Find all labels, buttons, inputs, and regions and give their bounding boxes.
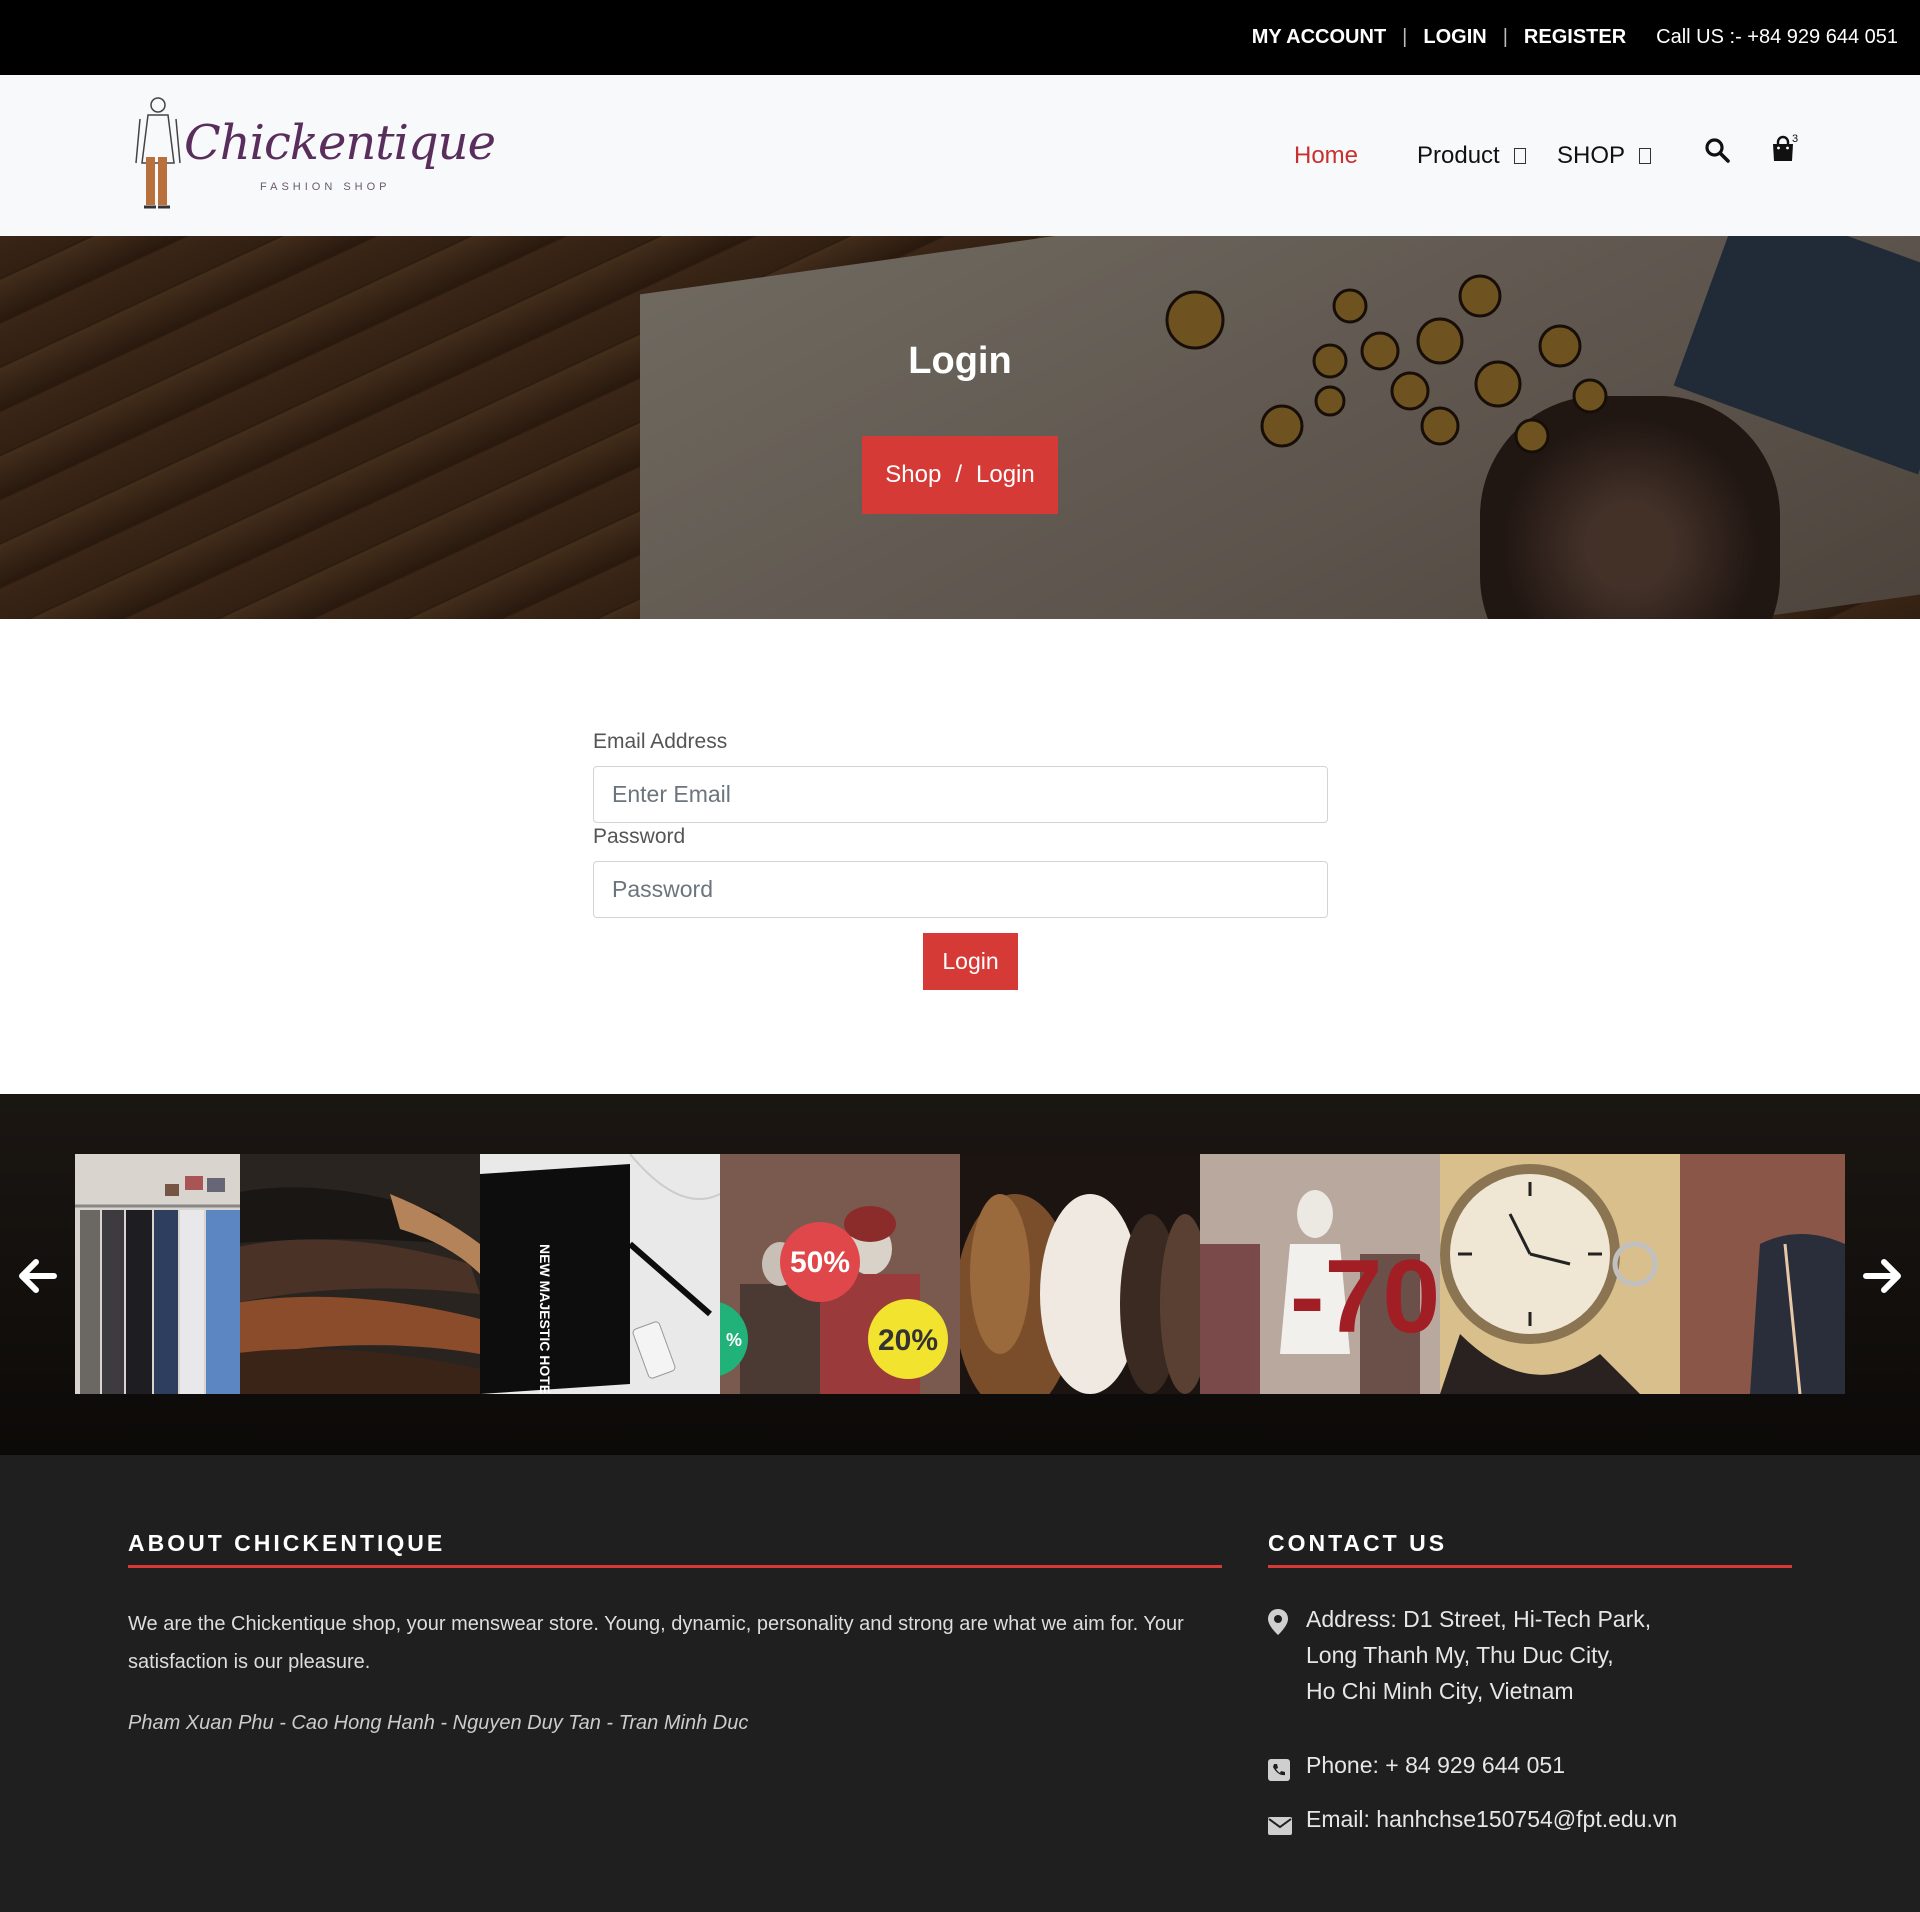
gallery-tile-leather-shoes[interactable] — [240, 1154, 480, 1394]
breadcrumb-separator: / — [955, 461, 962, 488]
arrow-left-icon[interactable] — [18, 1256, 58, 1296]
breadcrumb: Shop / Login — [862, 436, 1058, 514]
sale-70-text: -70 — [1290, 1239, 1440, 1355]
cart-count-badge: 3 — [1792, 133, 1799, 145]
clothes-rack-image — [75, 1154, 240, 1394]
tote-bag-image: NEW MAJESTIC HOTEL — [480, 1154, 720, 1394]
login-button[interactable]: Login — [923, 933, 1018, 990]
sale-badge-20: 20% — [878, 1324, 938, 1357]
top-bar-links: MY ACCOUNT | LOGIN | REGISTER Call US :-… — [1252, 0, 1898, 75]
nav-product-label: Product — [1417, 141, 1500, 169]
phone-icon — [1268, 1747, 1306, 1791]
gallery-tile-clothes-rack[interactable] — [75, 1154, 240, 1394]
divider: | — [1402, 26, 1408, 48]
gallery-tile-tote-bag[interactable]: NEW MAJESTIC HOTEL — [480, 1154, 720, 1394]
tote-bag-text: NEW MAJESTIC HOTEL — [537, 1244, 553, 1394]
nav-shop[interactable]: SHOP — [1557, 75, 1652, 236]
address-line-1: Address: D1 Street, Hi-Tech Park, — [1306, 1606, 1652, 1632]
gallery-strip: NEW MAJESTIC HOTEL 50% 20% % -70 — [75, 1154, 1845, 1394]
contact-divider — [1268, 1565, 1792, 1568]
logo[interactable]: Chickentique FASHION SHOP — [134, 93, 496, 218]
page-title: Login — [908, 340, 1012, 382]
sale-70-image: -70 — [1200, 1154, 1440, 1394]
about-text: We are the Chickentique shop, your mensw… — [128, 1613, 1184, 1673]
map-marker-icon — [1268, 1601, 1306, 1709]
contact-phone: Phone: + 84 929 644 051 — [1268, 1747, 1565, 1791]
arrow-right-icon[interactable] — [1862, 1256, 1902, 1296]
email-text[interactable]: Email: hanhchse150754@fpt.edu.vn — [1306, 1801, 1677, 1845]
top-bar: MY ACCOUNT | LOGIN | REGISTER Call US :-… — [0, 0, 1920, 75]
sale-mannequins-image: 50% 20% % — [720, 1154, 960, 1394]
nav-shop-label: SHOP — [1557, 141, 1626, 169]
fur-coats-image — [960, 1154, 1200, 1394]
dropdown-icon — [1513, 147, 1526, 164]
gallery-tile-sale-70[interactable]: -70 — [1200, 1154, 1440, 1394]
contact-email: Email: hanhchse150754@fpt.edu.vn — [1268, 1801, 1677, 1845]
logo-subtitle: FASHION SHOP — [260, 181, 391, 193]
about-divider — [128, 1565, 1222, 1568]
about-heading: ABOUT CHICKENTIQUE — [128, 1530, 446, 1556]
nav-product[interactable]: Product — [1417, 75, 1526, 236]
address-lines: Address: D1 Street, Hi-Tech Park, Long T… — [1306, 1601, 1651, 1709]
page-banner: Login Shop / Login — [0, 236, 1920, 619]
envelope-icon — [1268, 1801, 1306, 1845]
author-names: Pham Xuan Phu - Cao Hong Hanh - Nguyen D… — [128, 1712, 749, 1734]
divider: | — [1502, 26, 1508, 48]
password-label: Password — [593, 825, 686, 848]
address-line-3: Ho Chi Minh City, Vietnam — [1306, 1678, 1574, 1704]
contact-heading: CONTACT US — [1268, 1530, 1448, 1556]
gallery-tile-sale-mannequins[interactable]: 50% 20% % — [720, 1154, 960, 1394]
sale-badge-partial: % — [726, 1330, 742, 1350]
login-link[interactable]: LOGIN — [1423, 26, 1486, 49]
search-icon[interactable] — [1704, 137, 1730, 163]
nav-home[interactable]: Home — [1294, 75, 1358, 236]
email-label: Email Address — [593, 730, 728, 753]
site-footer: ABOUT CHICKENTIQUE We are the Chickentiq… — [0, 1455, 1920, 1912]
register-link[interactable]: REGISTER — [1524, 26, 1626, 49]
leather-shoes-image — [240, 1154, 480, 1394]
tailor-suit-image — [1680, 1154, 1845, 1394]
gallery-tile-fur-coats[interactable] — [960, 1154, 1200, 1394]
breadcrumb-shop[interactable]: Shop — [885, 461, 941, 489]
dropdown-icon — [1639, 147, 1652, 164]
sale-badge-50: 50% — [790, 1246, 850, 1279]
my-account-link[interactable]: MY ACCOUNT — [1252, 26, 1386, 49]
gallery-carousel: NEW MAJESTIC HOTEL 50% 20% % -70 — [0, 1094, 1920, 1455]
site-header: Chickentique FASHION SHOP Home Product S… — [0, 75, 1920, 236]
breadcrumb-current: Login — [976, 461, 1035, 488]
nav-home-label: Home — [1294, 141, 1359, 169]
call-us-text: Call US :- +84 929 644 051 — [1656, 26, 1898, 48]
logo-name: Chickentique — [184, 115, 496, 171]
contact-address: Address: D1 Street, Hi-Tech Park, Long T… — [1268, 1601, 1651, 1709]
wristwatch-image — [1440, 1154, 1680, 1394]
address-line-2: Long Thanh My, Thu Duc City, — [1306, 1642, 1614, 1668]
password-field[interactable] — [593, 861, 1328, 918]
phone-text[interactable]: Phone: + 84 929 644 051 — [1306, 1747, 1565, 1791]
gallery-tile-tailor-suit[interactable] — [1680, 1154, 1845, 1394]
banner-overlay — [0, 236, 1920, 619]
email-field[interactable] — [593, 766, 1328, 823]
gallery-tile-wristwatch[interactable] — [1440, 1154, 1680, 1394]
